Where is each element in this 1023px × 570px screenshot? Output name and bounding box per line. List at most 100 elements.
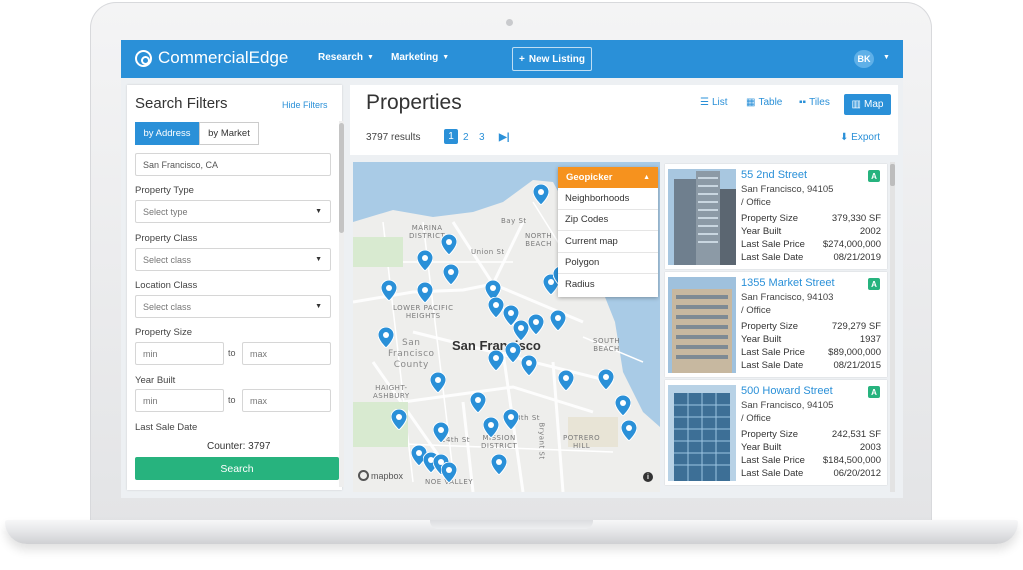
page-1-button[interactable]: 1 [444,129,458,144]
property-size-row: Property Size 242,531 SF [741,429,881,440]
page-3-button[interactable]: 3 [479,132,485,143]
map-view[interactable]: MARINA DISTRICT Bay St Union St NORTH BE… [353,162,660,492]
listing-name[interactable]: 1355 Market Street [741,277,835,289]
chevron-down-icon[interactable]: ▼ [883,54,890,61]
brand-name: CommercialEdge [158,48,289,67]
to-label: to [228,348,236,358]
mapbox-label: mapbox [371,470,404,481]
view-table-button[interactable]: ▦ Table [746,97,782,108]
map-pin-icon[interactable] [533,184,549,205]
location-input[interactable]: San Francisco, CA [135,153,331,176]
map-pin-icon[interactable] [381,280,397,301]
location-class-select[interactable]: Select class ▼ [135,295,331,318]
kv-label: Last Sale Price [741,455,805,466]
listing-card[interactable]: 1355 Market Street A San Francisco, 9410… [665,272,887,377]
nav-research-label: Research [318,52,364,63]
tab-by-address[interactable]: by Address [135,122,199,145]
mapbox-attribution[interactable]: mapbox [358,470,403,481]
map-pin-icon[interactable] [598,369,614,390]
year-built-row: Year Built 1937 [741,334,881,345]
year-built-min[interactable]: min [135,389,224,412]
map-pin-icon[interactable] [550,310,566,331]
map-pin-icon[interactable] [513,320,529,341]
map-pin-icon[interactable] [503,409,519,430]
skip-last-icon[interactable]: ▶| [499,132,510,143]
year-built-max[interactable]: max [242,389,331,412]
listings-panel: 55 2nd Street A San Francisco, 94105 / O… [663,162,895,492]
info-icon[interactable]: i [643,472,653,482]
scroll-thumb[interactable] [890,164,895,186]
map-label-haight: HAIGHT- ASHBURY [373,384,410,400]
geo-option-neighborhoods[interactable]: Neighborhoods [558,188,658,210]
tiles-icon: ▪▪ [799,97,807,108]
map-pin-icon[interactable] [470,392,486,413]
view-list-label: List [711,97,728,108]
caret-up-icon: ▲ [643,174,650,181]
geo-option-current-map[interactable]: Current map [558,231,658,253]
result-counter: Counter: 3797 [207,441,271,452]
brand-logo[interactable]: CommercialEdge [135,48,288,68]
property-type-select[interactable]: Select type ▼ [135,200,331,223]
table-icon: ▦ [746,97,756,108]
tab-by-market[interactable]: by Market [199,122,259,145]
map-pin-icon[interactable] [378,327,394,348]
map-label-marina: MARINA DISTRICT [409,224,446,240]
map-pin-icon[interactable] [528,314,544,335]
map-pin-icon[interactable] [521,355,537,376]
view-map-button[interactable]: ▥ Map [844,94,891,115]
scroll-thumb[interactable] [339,123,344,233]
geo-option-polygon[interactable]: Polygon [558,253,658,274]
geo-option-zip-codes[interactable]: Zip Codes [558,210,658,231]
properties-main: Properties ☰ List ▦ Table ▪▪ Tiles ▥ Map… [350,85,898,495]
search-button[interactable]: Search [135,457,339,480]
map-pin-icon[interactable] [483,417,499,438]
view-list-button[interactable]: ☰ List [700,97,728,108]
mapbox-icon [358,470,369,481]
chevron-down-icon: ▼ [367,54,374,61]
properties-header: Properties ☰ List ▦ Table ▪▪ Tiles ▥ Map… [350,85,898,155]
export-button[interactable]: ⬇ Export [840,132,880,143]
map-pin-icon[interactable] [488,350,504,371]
map-label-sf-county: San Francisco County [388,338,435,370]
map-pin-icon[interactable] [391,409,407,430]
map-pin-icon[interactable] [621,420,637,441]
map-pin-icon[interactable] [417,250,433,271]
to-label: to [228,395,236,405]
property-class-select[interactable]: Select class ▼ [135,248,331,271]
export-label: Export [851,132,881,143]
map-pin-icon[interactable] [417,282,433,303]
property-size-max[interactable]: max [242,342,331,365]
listings-scrollbar[interactable] [890,162,895,492]
geo-option-radius[interactable]: Radius [558,274,658,296]
map-pin-icon[interactable] [441,234,457,255]
user-avatar[interactable]: BK [854,50,874,68]
nav-research[interactable]: Research ▼ [318,52,374,63]
nav-marketing[interactable]: Marketing ▼ [391,52,449,63]
map-label-potrero: POTRERO HILL [563,434,601,450]
kv-value: 06/20/2012 [833,468,881,479]
property-size-min[interactable]: min [135,342,224,365]
map-pin-icon[interactable] [441,462,457,483]
listing-card[interactable]: 55 2nd Street A San Francisco, 94105 / O… [665,164,887,269]
listing-name[interactable]: 500 Howard Street [741,385,833,397]
geopicker-header[interactable]: Geopicker ▲ [558,167,658,188]
map-pin-icon[interactable] [433,422,449,443]
listing-card[interactable]: 500 Howard Street A San Francisco, 94105… [665,380,887,485]
view-tiles-button[interactable]: ▪▪ Tiles [799,97,830,108]
map-pin-icon[interactable] [430,372,446,393]
new-listing-button[interactable]: + New Listing [512,47,592,71]
page-2-button[interactable]: 2 [463,132,469,143]
kv-label: Property Size [741,213,799,224]
map-label-south-beach: SOUTH BEACH [593,337,621,353]
filters-scrollbar[interactable] [339,121,344,487]
brand-icon [135,49,152,67]
hide-filters-link[interactable]: Hide Filters [282,100,328,110]
map-pin-icon[interactable] [491,454,507,475]
map-pin-icon[interactable] [615,395,631,416]
map-pin-icon[interactable] [443,264,459,285]
map-pin-icon[interactable] [488,297,504,318]
map-pin-icon[interactable] [558,370,574,391]
listing-type: / Office [741,413,771,424]
map-pin-icon[interactable] [505,342,521,363]
listing-name[interactable]: 55 2nd Street [741,169,807,181]
